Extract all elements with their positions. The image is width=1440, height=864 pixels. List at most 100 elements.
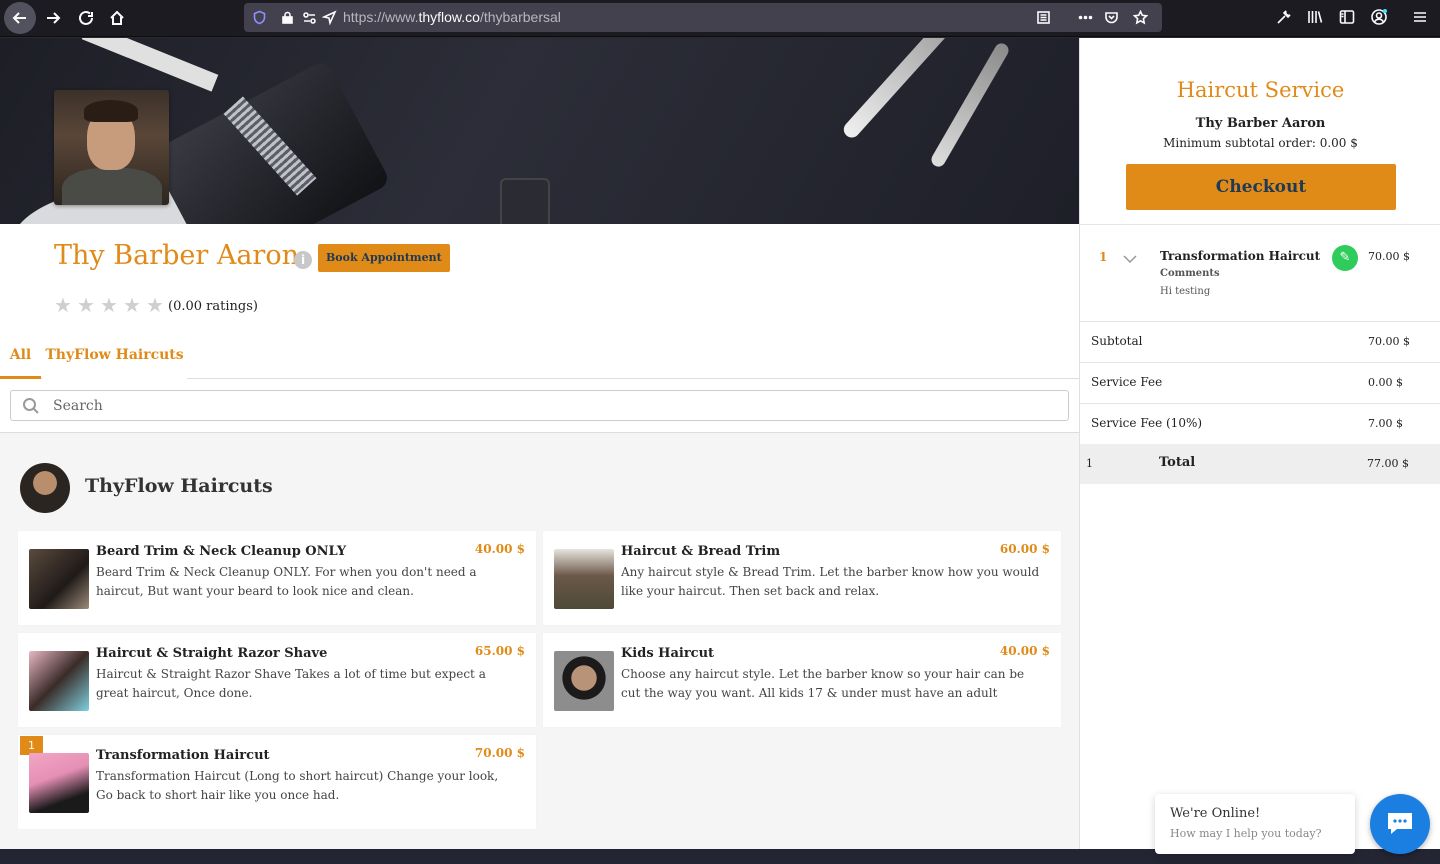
location-arrow-icon[interactable] (321, 10, 337, 26)
chat-icon (1388, 813, 1412, 834)
shop-title: Thy Barber Aaron (54, 240, 299, 271)
cart-title: Haircut Service (1176, 78, 1345, 102)
star-icon: ★ (77, 293, 95, 317)
wrench-icon[interactable] (1275, 8, 1295, 28)
forward-button[interactable] (37, 2, 69, 34)
service-card[interactable]: Haircut & Bread Trim 60.00 $ Any haircut… (543, 531, 1061, 625)
cart-item-name: Transformation Haircut (1160, 249, 1321, 263)
lock-icon[interactable] (280, 10, 295, 25)
summary-value: 7.00 $ (1368, 417, 1403, 430)
star-icon: ★ (54, 293, 72, 317)
chevron-down-icon[interactable] (1122, 250, 1138, 264)
more-actions-icon[interactable] (1078, 10, 1093, 25)
total-value: 77.00 $ (1367, 457, 1409, 470)
account-icon[interactable] (1370, 8, 1390, 28)
summary-label: Service Fee (1091, 375, 1163, 389)
cart-item-price: 70.00 $ (1368, 250, 1410, 263)
search-box (10, 390, 1069, 421)
service-description: Beard Trim & Neck Cleanup ONLY. For when… (96, 565, 477, 598)
tab-all[interactable]: All (0, 334, 41, 379)
star-icon: ★ (123, 293, 141, 317)
url-bar[interactable]: https://www.thyflow.co/thybarbersal (244, 3, 1162, 32)
service-description: Any haircut style & Bread Trim. Let the … (621, 565, 1040, 598)
arrow-left-icon (12, 12, 26, 24)
summary-value: 70.00 $ (1368, 335, 1410, 348)
page-content: Thy Barber Aaron i Book Appointment ★ ★ … (0, 38, 1079, 849)
hero-decoration (840, 38, 960, 141)
service-card[interactable]: 1 Transformation Haircut 70.00 $ Transfo… (18, 735, 536, 829)
rating-text: (0.00 ratings) (168, 299, 258, 314)
pocket-icon[interactable] (1104, 10, 1119, 25)
back-button[interactable] (4, 2, 36, 34)
category-tabs: All ThyFlow Haircuts (0, 334, 1079, 379)
chat-subtitle: How may I help you today? (1170, 827, 1322, 840)
cart-item-qty: 1 (1099, 250, 1108, 264)
cart-item-comment: Hi testing (1160, 286, 1211, 297)
divider (1080, 224, 1440, 225)
search-input[interactable] (53, 395, 1033, 417)
chat-greeting-bubble[interactable]: We're Online! How may I help you today? (1155, 794, 1355, 854)
service-description: Transformation Haircut (Long to short ha… (96, 769, 499, 802)
service-card[interactable]: Beard Trim & Neck Cleanup ONLY 40.00 $ B… (18, 531, 536, 625)
edit-icon[interactable]: ✎ (1332, 245, 1358, 271)
service-price: 70.00 $ (474, 746, 525, 760)
category-avatar (20, 463, 70, 513)
category-title: ThyFlow Haircuts (85, 475, 273, 497)
service-description: Haircut & Straight Razor Shave Takes a l… (96, 667, 486, 700)
summary-row-subtotal: Subtotal 70.00 $ (1080, 322, 1440, 363)
service-card[interactable]: Haircut & Straight Razor Shave 65.00 $ H… (18, 633, 536, 727)
tab-thyflow-haircuts[interactable]: ThyFlow Haircuts (42, 334, 187, 379)
bookmark-star-icon[interactable] (1132, 9, 1149, 25)
rating-stars: ★ ★ ★ ★ ★ (54, 293, 165, 317)
total-qty: 1 (1086, 457, 1093, 470)
search-icon (22, 397, 40, 415)
profile-section: Thy Barber Aaron i Book Appointment ★ ★ … (0, 224, 1079, 432)
sidebar-toggle-icon[interactable] (1338, 8, 1358, 28)
service-name: Beard Trim & Neck Cleanup ONLY (96, 544, 347, 559)
barber-avatar (54, 90, 169, 205)
chat-launcher-button[interactable] (1370, 794, 1430, 854)
divider (0, 432, 1079, 433)
summary-row-service-fee-percent: Service Fee (10%) 7.00 $ (1080, 404, 1440, 445)
service-card[interactable]: Kids Haircut 40.00 $ Choose any haircut … (543, 633, 1061, 727)
service-name: Haircut & Bread Trim (621, 544, 781, 559)
permissions-icon[interactable] (302, 10, 317, 25)
url-path: /thybarbersal (479, 9, 561, 25)
library-icon[interactable] (1306, 8, 1326, 28)
url-text[interactable]: https://www.thyflow.co/thybarbersal (343, 9, 561, 25)
home-button[interactable] (101, 2, 133, 34)
shield-icon[interactable] (252, 10, 267, 25)
checkout-button[interactable]: Checkout (1126, 164, 1396, 210)
reload-icon (79, 10, 93, 25)
summary-label: Subtotal (1091, 334, 1143, 348)
arrow-right-icon (47, 12, 61, 24)
star-icon: ★ (146, 293, 164, 317)
service-thumbnail (29, 549, 89, 609)
info-icon[interactable]: i (294, 251, 312, 269)
star-icon: ★ (100, 293, 118, 317)
url-prefix: https://www. (343, 9, 419, 25)
summary-label: Service Fee (10%) (1091, 416, 1203, 430)
service-price: 40.00 $ (999, 644, 1050, 658)
hero-banner (0, 38, 1079, 224)
cart-item-comments-label: Comments (1160, 268, 1220, 279)
service-description: Choose any haircut style. Let the barber… (621, 667, 1025, 700)
reader-view-icon[interactable] (1036, 10, 1051, 25)
summary-value: 0.00 $ (1368, 376, 1403, 389)
reload-button[interactable] (70, 2, 102, 34)
service-price: 65.00 $ (474, 644, 525, 658)
hero-decoration (500, 178, 550, 224)
hero-decoration (928, 40, 1012, 170)
chat-title: We're Online! (1170, 806, 1261, 821)
total-label: Total (1159, 455, 1196, 470)
cart-shop-name: Thy Barber Aaron (1195, 116, 1326, 131)
browser-toolbar: https://www.thyflow.co/thybarbersal (0, 0, 1440, 37)
service-thumbnail (554, 549, 614, 609)
service-price: 40.00 $ (474, 542, 525, 556)
service-price: 60.00 $ (999, 542, 1050, 556)
menu-icon[interactable] (1411, 8, 1431, 28)
url-domain: thyflow.co (418, 9, 480, 25)
book-appointment-button[interactable]: Book Appointment (318, 244, 450, 272)
service-thumbnail (29, 753, 89, 813)
cart-sidebar: Haircut Service Thy Barber Aaron Minimum… (1079, 38, 1440, 849)
